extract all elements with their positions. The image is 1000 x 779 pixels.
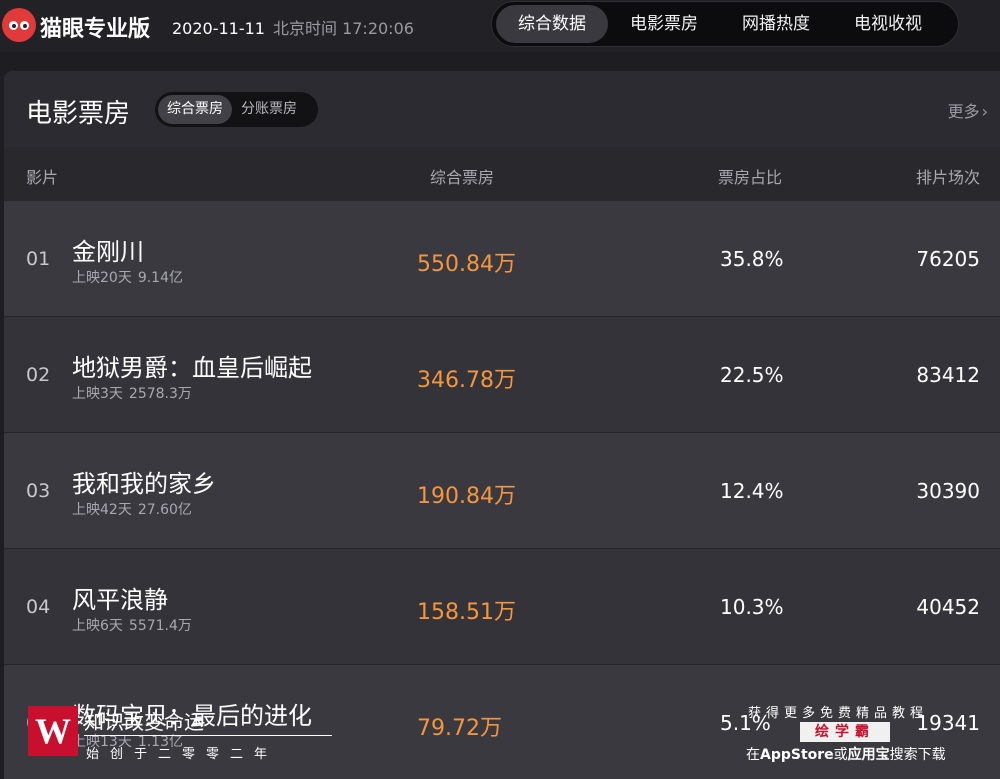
watermark-logo: W <box>28 706 78 756</box>
movie-rank: 02 <box>26 364 51 386</box>
box-office-ratio: 10.3% <box>720 595 784 619</box>
box-office-subtabs: 综合票房 分账票房 <box>155 92 318 127</box>
box-office-value: 346.78万 <box>417 368 516 393</box>
box-office-panel: 电影票房 综合票房 分账票房 更多 › 影片 综合票房 票房占比 排片场次 01 … <box>4 71 1000 779</box>
watermark-left: W 知识改变命运 始创于二零零二年 <box>28 706 332 766</box>
release-days: 上映6天 <box>72 618 123 634</box>
column-header-ratio: 票房占比 <box>718 168 783 187</box>
more-label: 更多 <box>947 102 980 121</box>
tab-overall-data[interactable]: 综合数据 <box>496 5 608 43</box>
watermark-promo-text: 获得更多免费精品教程 <box>748 706 929 721</box>
show-count: 30390 <box>916 479 980 503</box>
table-header: 影片 综合票房 票房占比 排片场次 <box>4 147 1000 201</box>
movie-meta: 上映3天 2578.3万 <box>72 383 192 403</box>
panel-header: 电影票房 综合票房 分账票房 更多 › <box>4 71 1000 147</box>
show-count: 83412 <box>916 363 980 387</box>
table-row[interactable]: 04 风平浪静 上映6天 5571.4万 158.51万 10.3% 40452 <box>4 549 1000 665</box>
movie-name: 风平浪静 <box>72 586 168 614</box>
total-box-office: 5571.4万 <box>128 618 192 634</box>
box-office-value: 550.84万 <box>417 252 516 277</box>
box-office-value: 158.51万 <box>417 600 516 625</box>
box-office-ratio: 12.4% <box>720 479 784 503</box>
watermark-download-prefix: 在 <box>746 747 760 763</box>
column-header-box-office: 综合票房 <box>430 168 495 187</box>
movie-rank: 04 <box>26 596 51 618</box>
release-days: 上映42天 <box>72 502 132 518</box>
tab-movie-box-office[interactable]: 电影票房 <box>608 5 720 43</box>
movie-rank: 01 <box>26 248 51 270</box>
watermark-title: 知识改变命运 <box>84 710 204 734</box>
watermark-appstore: AppStore <box>760 747 834 763</box>
table-row[interactable]: 01 金刚川 上映20天 9.14亿 550.84万 35.8% 76205 <box>4 201 1000 317</box>
box-office-value: 79.72万 <box>417 716 502 741</box>
box-office-ratio: 22.5% <box>720 363 784 387</box>
movie-name: 我和我的家乡 <box>72 470 216 498</box>
watermark-download-suffix: 搜索下载 <box>889 747 946 763</box>
current-datetime: 2020-11-11 北京时间 17:20:06 <box>172 15 414 39</box>
subtab-split-box-office[interactable]: 分账票房 <box>232 95 306 124</box>
panel-title: 电影票房 <box>26 99 131 129</box>
maoyan-logo-icon[interactable] <box>2 8 36 42</box>
movie-meta: 上映20天 9.14亿 <box>72 267 183 287</box>
movie-meta: 上映6天 5571.4万 <box>72 615 192 635</box>
watermark-right: 获得更多免费精品教程 绘学霸 在AppStore或应用宝搜索下载 <box>746 702 986 764</box>
movie-name: 地狱男爵：血皇后崛起 <box>72 354 312 382</box>
show-count: 76205 <box>916 247 980 271</box>
box-office-ratio: 35.8% <box>720 247 784 271</box>
watermark-or: 或 <box>833 747 848 763</box>
movie-rank: 03 <box>26 480 51 502</box>
top-bar: 猫眼专业版 2020-11-11 北京时间 17:20:06 综合数据 电影票房 … <box>0 0 1000 52</box>
show-count: 40452 <box>916 595 980 619</box>
movie-meta: 上映42天 27.60亿 <box>72 499 192 519</box>
movie-list: 01 金刚川 上映20天 9.14亿 550.84万 35.8% 76205 02… <box>4 201 1000 779</box>
release-days: 上映3天 <box>72 386 123 402</box>
tab-web-popularity[interactable]: 网播热度 <box>720 5 832 43</box>
release-days: 上映20天 <box>72 270 132 286</box>
table-row[interactable]: 03 我和我的家乡 上映42天 27.60亿 190.84万 12.4% 3039… <box>4 433 1000 549</box>
current-date: 2020-11-11 <box>172 19 265 38</box>
main-nav: 综合数据 电影票房 网播热度 电视收视 <box>491 1 959 47</box>
watermark-yingyongbao: 应用宝 <box>847 747 890 763</box>
column-header-film: 影片 <box>26 168 59 187</box>
table-row[interactable]: 02 地狱男爵：血皇后崛起 上映3天 2578.3万 346.78万 22.5% … <box>4 317 1000 433</box>
tab-tv-ratings[interactable]: 电视收视 <box>832 5 944 43</box>
beijing-time: 北京时间 17:20:06 <box>272 19 414 38</box>
watermark-brand: 绘学霸 <box>800 722 890 742</box>
total-box-office: 2578.3万 <box>128 386 192 402</box>
column-header-shows: 排片场次 <box>915 168 980 187</box>
chevron-right-icon: › <box>981 102 988 121</box>
subtab-combined-box-office[interactable]: 综合票房 <box>158 95 232 124</box>
watermark-download-text: 在AppStore或应用宝搜索下载 <box>746 744 946 764</box>
watermark-divider <box>84 735 332 736</box>
total-box-office: 9.14亿 <box>137 270 183 286</box>
box-office-value: 190.84万 <box>417 484 516 509</box>
brand-name: 猫眼专业版 <box>40 17 151 42</box>
watermark-subtitle: 始创于二零零二年 <box>86 747 279 762</box>
movie-name: 金刚川 <box>72 238 144 266</box>
more-link[interactable]: 更多 › <box>948 98 988 122</box>
total-box-office: 27.60亿 <box>137 502 192 518</box>
